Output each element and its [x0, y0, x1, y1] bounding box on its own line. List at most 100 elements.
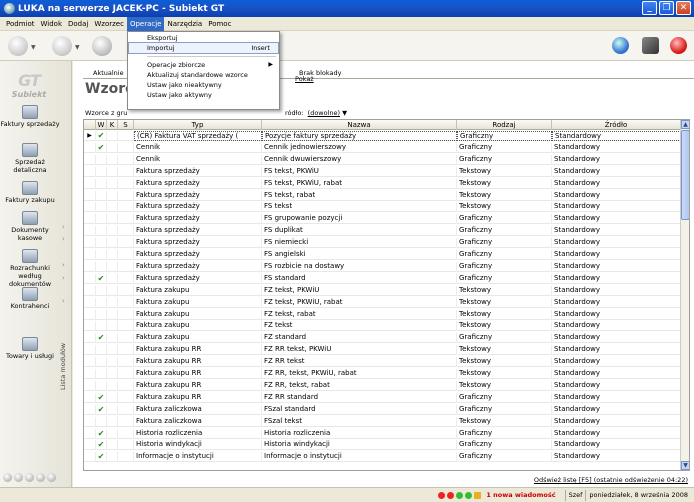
menu-item-importuj[interactable]: Importuj Insert: [128, 42, 279, 54]
mini-module-icon[interactable]: [3, 473, 12, 482]
source-cell: Standardowy: [552, 380, 681, 391]
copy-check-cell: [107, 131, 118, 141]
expand-arrow-icon[interactable]: ›: [62, 274, 65, 282]
sidebar-item-sprzedaz-detaliczna[interactable]: Sprzedaż detaliczna: [0, 143, 60, 174]
power-icon[interactable]: [670, 37, 687, 54]
sidebar-item-kontrahenci[interactable]: Kontrahenci: [0, 287, 60, 310]
close-button[interactable]: ✕: [676, 1, 691, 15]
forward-icon[interactable]: [52, 36, 72, 56]
table-row[interactable]: ✔ Faktura zakupu FZ standard Graficzny Stand…: [84, 333, 681, 344]
menu-operacje[interactable]: Operacje: [126, 16, 165, 31]
mini-module-icon[interactable]: [36, 473, 45, 482]
module-list-label[interactable]: Lista modułów: [59, 321, 69, 411]
forward-dropdown-icon[interactable]: ▼: [75, 44, 80, 51]
back-icon[interactable]: [8, 36, 28, 56]
cash-icon: [22, 211, 38, 225]
table-row[interactable]: Faktura zakupu RR FZ RR, tekst, rabat Teks…: [84, 380, 681, 391]
table-row[interactable]: Faktura zakupu FZ tekst, PKWiU Tekstowy Sta…: [84, 285, 681, 296]
table-row[interactable]: Faktura sprzedaży FS tekst, PKWiU, rabat T…: [84, 178, 681, 189]
s-cell: [118, 238, 134, 249]
sidebar-item-faktury-sprzedazy[interactable]: Faktury sprzedaży: [0, 105, 60, 128]
table-row[interactable]: Faktura sprzedaży FS rozbicie na dostawy G…: [84, 261, 681, 272]
menu-item-operacje-zbiorcze[interactable]: Operacje zbiorcze ▶: [129, 60, 278, 70]
table-row[interactable]: Faktura zakupu FZ tekst Tekstowy Standardow…: [84, 321, 681, 332]
table-row[interactable]: Faktura sprzedaży FS tekst, PKWiU Tekstowy…: [84, 166, 681, 177]
sidebar-item-dokumenty-kasowe[interactable]: Dokumenty kasowe: [0, 211, 60, 242]
column-header[interactable]: Rodzaj: [457, 120, 552, 130]
column-header[interactable]: Typ: [134, 120, 262, 130]
table-row[interactable]: ✔ Faktura zaliczkowa FSzal standard Graficz…: [84, 404, 681, 415]
globe-icon[interactable]: [612, 37, 629, 54]
chevron-down-icon[interactable]: ▼: [340, 109, 347, 117]
tools-icon[interactable]: [92, 36, 112, 56]
maximize-button[interactable]: ❐: [659, 1, 674, 15]
type-cell: (CR) Faktura VAT sprzedaży (: [134, 131, 262, 141]
column-header[interactable]: S: [118, 120, 134, 130]
source-filter-select[interactable]: (dowolne): [308, 109, 340, 117]
table-row[interactable]: Faktura sprzedaży FS tekst Tekstowy Standar…: [84, 202, 681, 213]
table-row[interactable]: ✔ Cennik Cennik jednowierszowy Graficzny Sta…: [84, 142, 681, 153]
sidebar-item-rozrachunki[interactable]: Rozrachunki według dokumentów: [0, 249, 60, 288]
menu-item-aktywny[interactable]: Ustaw jako aktywny: [129, 90, 278, 100]
table-row[interactable]: Faktura zakupu FZ tekst, PKWiU, rabat Teks…: [84, 297, 681, 308]
column-header[interactable]: Nazwa: [262, 120, 457, 130]
expand-arrow-icon[interactable]: ›: [62, 223, 65, 231]
sidebar-item-faktury-zakupu[interactable]: Faktury zakupu: [0, 181, 60, 204]
menu-podmiot[interactable]: Podmiot: [3, 17, 38, 31]
sidebar-item-towary[interactable]: Towary i usługi: [0, 337, 60, 360]
mini-module-icon[interactable]: [47, 473, 56, 482]
minimize-button[interactable]: _: [642, 1, 657, 15]
table-row[interactable]: Cennik Cennik dwuwierszowy Graficzny Standa…: [84, 154, 681, 165]
name-cell: FSzal standard: [262, 404, 457, 415]
table-row[interactable]: ✔ Historia rozliczenia Historia rozliczeni…: [84, 428, 681, 439]
table-row[interactable]: Faktura zaliczkowa FSzal tekst Tekstowy Sta…: [84, 416, 681, 427]
table-row[interactable]: Faktura zakupu FZ tekst, rabat Tekstowy Sta…: [84, 309, 681, 320]
table-row[interactable]: Faktura zakupu RR FZ RR tekst, PKWiU Tekst…: [84, 345, 681, 356]
row-indicator: [84, 416, 96, 427]
cube-icon[interactable]: [642, 37, 659, 54]
scroll-down-icon[interactable]: ▼: [681, 461, 689, 470]
expand-arrow-icon[interactable]: ›: [62, 235, 65, 243]
table-row[interactable]: Faktura sprzedaży FS duplikat Graficzny Sta…: [84, 226, 681, 237]
menu-item-aktualizuj-wzorce[interactable]: Aktualizuj standardowe wzorce: [129, 70, 278, 80]
tab-aktualnie[interactable]: Aktualnie: [89, 67, 128, 79]
type-cell: Faktura sprzedaży: [134, 238, 262, 249]
table-row[interactable]: ✔ Historia windykacji Historia windykacji G…: [84, 440, 681, 451]
expand-arrow-icon[interactable]: ›: [62, 261, 65, 269]
new-message-link[interactable]: 1 nowa wiadomość: [486, 491, 555, 499]
table-row[interactable]: Faktura zakupu RR FZ RR, tekst, PKWiU, ra…: [84, 369, 681, 379]
default-check-icon: [96, 380, 107, 391]
back-dropdown-icon[interactable]: ▼: [31, 44, 36, 51]
table-row[interactable]: Faktura sprzedaży FS grupowanie pozycji Gr…: [84, 214, 681, 225]
menu-pomoc[interactable]: Pomoc: [205, 17, 234, 31]
mini-module-icon[interactable]: [25, 473, 34, 482]
show-link[interactable]: Pokaż: [295, 75, 314, 83]
vertical-scrollbar[interactable]: ▲ ▼: [680, 120, 689, 470]
menu-item-nieaktywny[interactable]: Ustaw jako nieaktywny: [129, 80, 278, 90]
table-row[interactable]: ▶ ✔ (CR) Faktura VAT sprzedaży (Pozycje fa…: [84, 131, 681, 141]
column-header[interactable]: K: [107, 120, 118, 130]
table-row[interactable]: ✔ Faktura sprzedaży FS standard Graficzny St…: [84, 273, 681, 284]
scroll-up-icon[interactable]: ▲: [681, 120, 689, 129]
menu-narzedzia[interactable]: Narzędzia: [164, 17, 205, 31]
table-row[interactable]: Faktura zakupu RR FZ RR tekst Tekstowy Stan…: [84, 357, 681, 368]
expand-arrow-icon[interactable]: ›: [62, 297, 65, 305]
refresh-link[interactable]: Odśwież listę [F5] (ostatnie odświeżenie…: [534, 476, 688, 484]
envelope-icon[interactable]: [474, 491, 482, 499]
menu-wzorzec[interactable]: Wzorzec: [91, 17, 127, 31]
menu-widok[interactable]: Widok: [38, 17, 66, 31]
menu-item-eksportuj[interactable]: Eksportuj: [129, 33, 278, 43]
table-row[interactable]: ✔ Faktura zakupu RR FZ RR standard Graficzn…: [84, 392, 681, 403]
mini-module-icon[interactable]: [14, 473, 23, 482]
table-row[interactable]: Faktura sprzedaży FS angielski Graficzny St…: [84, 250, 681, 260]
scroll-thumb[interactable]: [681, 130, 689, 220]
column-header[interactable]: [84, 120, 96, 130]
table-row[interactable]: Faktura sprzedaży FS niemiecki Graficzny St…: [84, 238, 681, 249]
table-row[interactable]: Faktura sprzedaży FS tekst, rabat Tekstowy…: [84, 190, 681, 201]
table-row[interactable]: ✔ Informacje o instytucji Informacje o ins…: [84, 452, 681, 463]
s-cell: [118, 369, 134, 379]
column-header[interactable]: Źródło: [552, 120, 681, 130]
column-header[interactable]: W: [96, 120, 107, 130]
source-cell: Standardowy: [552, 392, 681, 403]
menu-dodaj[interactable]: Dodaj: [65, 17, 91, 31]
